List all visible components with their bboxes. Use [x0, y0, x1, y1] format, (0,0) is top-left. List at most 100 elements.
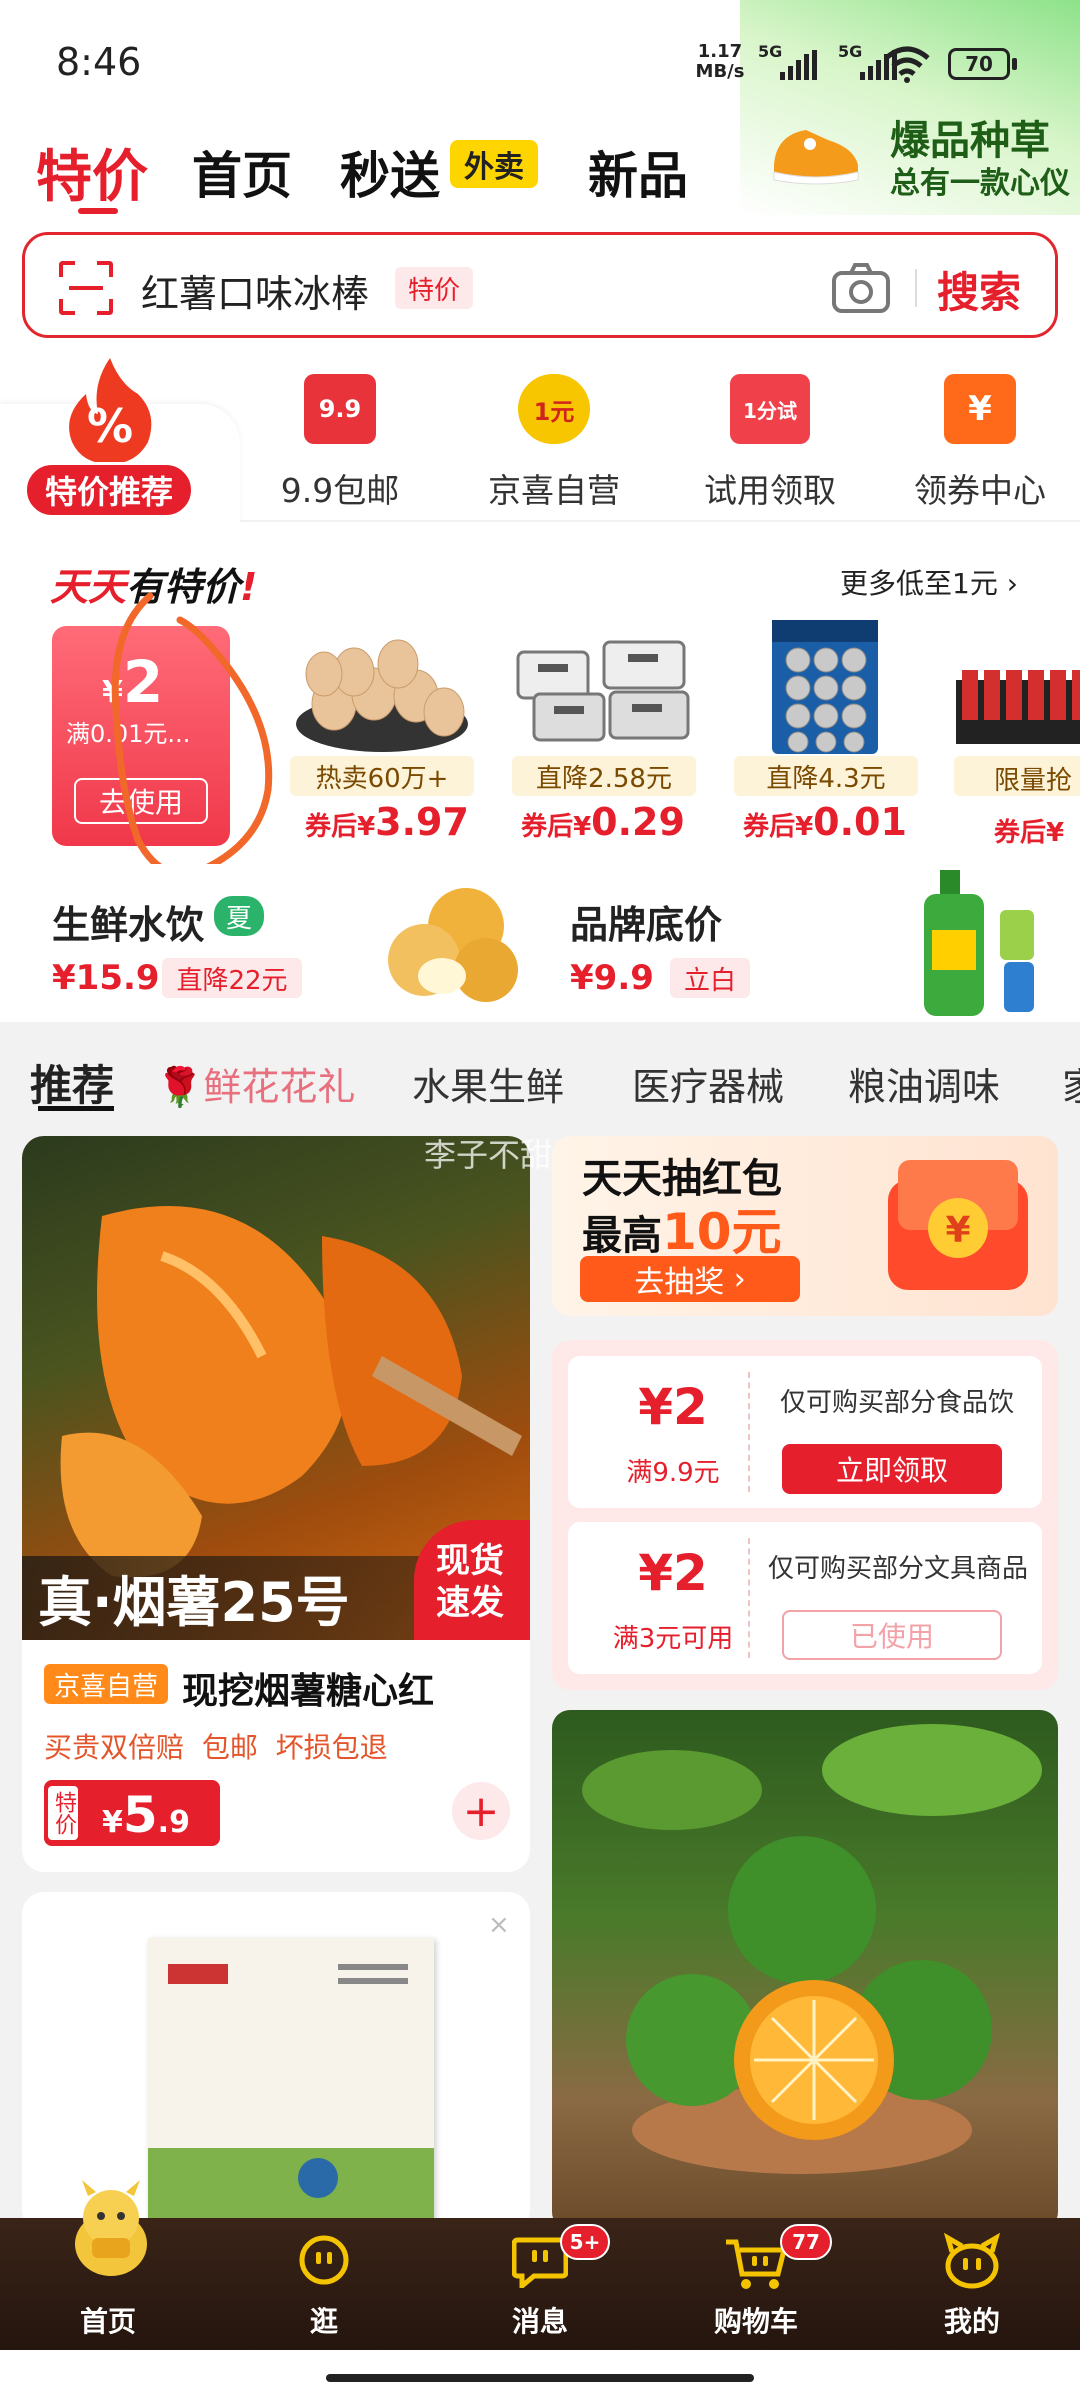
product-price: 券后¥3.97 — [305, 800, 469, 844]
feed-tab-recommend[interactable]: 推荐 — [30, 1052, 114, 1113]
product-name: 现挖烟薯糖心红 — [182, 1671, 435, 1712]
profile-icon — [942, 2232, 1002, 2290]
battery-tip — [1012, 58, 1017, 70]
rose-icon: 🌹 — [156, 1065, 204, 1109]
close-icon[interactable]: × — [488, 1910, 510, 1940]
chevron-right-icon: › — [1006, 567, 1018, 600]
search-bar[interactable]: 红薯口味冰棒 特价 搜索 — [22, 232, 1058, 338]
draw-button[interactable]: 去抽奖 › — [580, 1256, 800, 1302]
svg-text:%: % — [87, 399, 133, 453]
coupon-desc: 仅可购买部分文具商品 — [767, 1554, 1028, 1584]
nav-home[interactable]: 首页 — [48, 2178, 168, 2348]
pear-image — [376, 878, 526, 1008]
nav-browse[interactable]: 逛 — [264, 2232, 384, 2342]
product-containers[interactable]: 直降2.58元 券后¥0.29 — [504, 620, 704, 850]
product-price: 券后¥0.01 — [743, 800, 907, 844]
promo-banner[interactable]: 爆品种草 总有一款心仪 — [740, 0, 1080, 215]
product-tag: 限量抢 — [954, 756, 1080, 796]
signal-icon: 5G — [758, 42, 838, 82]
coupon-list: ¥2 满9.9元 仅可购买部分食品饮 立即领取 ¥2 满3元可用 仅可购买部分文… — [552, 1340, 1058, 1690]
feed-tab-medical[interactable]: 医疗器械 — [632, 1056, 784, 1111]
camera-icon[interactable] — [831, 261, 891, 315]
search-query: 红薯口味冰棒 — [141, 272, 370, 316]
orange-product-card[interactable] — [552, 1710, 1058, 2230]
category-label: 试用领取 — [704, 471, 836, 510]
category-coupon-center[interactable]: ¥ 领券中心 — [880, 374, 1080, 514]
in-stock-stamp: 现货 速发 — [414, 1520, 530, 1640]
coupon-item[interactable]: ¥2 满3元可用 仅可购买部分文具商品 已使用 — [568, 1522, 1042, 1674]
category-trial[interactable]: 1分试 试用领取 — [670, 374, 870, 514]
product-tag: 热卖60万+ — [290, 756, 474, 796]
feed-tab-grain[interactable]: 粮油调味 — [848, 1056, 1000, 1111]
category-self-run[interactable]: 1元 京喜自营 — [454, 374, 654, 514]
search-divider — [915, 269, 917, 307]
search-tag: 特价 — [395, 267, 473, 309]
tab-special[interactable]: 特价 — [36, 132, 148, 213]
category-label: 京喜自营 — [488, 471, 620, 510]
nav-cart[interactable]: 77 购物车 — [696, 2224, 832, 2342]
containers-image — [514, 632, 694, 752]
promo-subtitle: 总有一款心仪 — [890, 166, 1070, 201]
coupon-icon: ¥ — [944, 374, 1016, 444]
product-tag: 直降2.58元 — [512, 756, 696, 796]
one-yuan-icon: 1元 — [518, 374, 590, 444]
nav-messages[interactable]: 5+ 消息 — [480, 2224, 610, 2342]
lottery-banner[interactable]: 天天抽红包 最高10元 去抽奖 › ¥ — [552, 1136, 1058, 1316]
product-partial[interactable]: 限量抢 券后¥ — [950, 620, 1080, 850]
battery-icon: 70 — [948, 48, 1010, 80]
feed-tab-flowers[interactable]: 🌹鲜花花礼 — [156, 1056, 355, 1111]
category-free-shipping[interactable]: 9.9 9.9包邮 — [240, 374, 440, 514]
coupon-desc: 仅可购买部分食品饮 — [779, 1388, 1014, 1418]
product-price: 券后¥ — [994, 818, 1065, 848]
coupon-item[interactable]: ¥2 满9.9元 仅可购买部分食品饮 立即领取 — [568, 1356, 1042, 1508]
orange-scribble — [111, 592, 273, 878]
wifi-icon — [882, 44, 932, 84]
product-perks: 买贵双倍赔 包邮 坏损包退 — [44, 1731, 388, 1764]
orange-image — [582, 1724, 1042, 2174]
coupon-condition: 满9.9元 — [626, 1458, 720, 1488]
chevron-right-icon: › — [733, 1261, 746, 1297]
nav-label: 首页 — [79, 2305, 136, 2338]
more-deals-link[interactable]: 更多低至1元 › — [840, 562, 1018, 602]
price-tag: 特价 — [48, 1786, 78, 1840]
product-batteries[interactable]: 直降4.3元 券后¥0.01 — [726, 620, 926, 850]
svg-text:¥: ¥ — [945, 1210, 970, 1251]
fresh-title: 生鲜水饮 — [52, 903, 205, 947]
gift-icon: 1分试 — [730, 374, 810, 444]
home-indicator[interactable] — [326, 2374, 754, 2382]
add-to-cart-button[interactable]: + — [452, 1782, 510, 1840]
free-shipping-icon: 9.9 — [304, 374, 376, 444]
summer-badge: 夏 — [214, 896, 264, 936]
brand-card[interactable]: 品牌底价 ¥9.9 立白 — [540, 864, 1058, 1022]
net-speed: 1.17 MB/s — [695, 41, 745, 82]
special-recommend-button[interactable]: 特价推荐 — [24, 462, 194, 518]
cart-icon — [724, 2236, 788, 2292]
product-price: ¥5.9 — [102, 1786, 190, 1844]
scan-icon[interactable] — [57, 259, 115, 317]
coupon-condition: 满3元可用 — [612, 1624, 734, 1654]
fresh-card[interactable]: 生鲜水饮 夏 ¥15.9 直降22元 — [22, 864, 538, 1022]
fresh-price: ¥15.9 — [52, 958, 160, 998]
fresh-discount: 直降22元 — [162, 958, 302, 998]
claim-button[interactable]: 立即领取 — [782, 1444, 1002, 1494]
takeaway-badge: 外卖 — [450, 140, 538, 188]
detergent-image — [910, 870, 1050, 1020]
coupon-separator — [748, 1538, 750, 1658]
lottery-line2: 最高10元 — [582, 1203, 782, 1261]
notebook-image — [148, 1938, 434, 2232]
tab-home[interactable]: 首页 — [192, 136, 292, 208]
search-button[interactable]: 搜索 — [937, 259, 1021, 320]
browse-icon — [296, 2232, 352, 2288]
tab-new[interactable]: 新品 — [588, 136, 688, 208]
nav-profile[interactable]: 我的 — [912, 2232, 1032, 2342]
product-card[interactable]: 真·烟薯25号 现货 速发 京喜自营 现挖烟薯糖心红 买贵双倍赔 包邮 坏损包退 … — [22, 1136, 530, 1872]
tab-delivery[interactable]: 秒送 — [340, 136, 440, 208]
fire-icon: % — [58, 354, 162, 466]
nav-label: 逛 — [309, 2305, 338, 2338]
eggs-image — [294, 624, 470, 754]
feed-tab-fruit[interactable]: 水果生鲜 — [412, 1056, 564, 1111]
feed-tab-home-partial[interactable]: 家 — [1062, 1056, 1080, 1111]
product-eggs[interactable]: 热卖60万+ 券后¥3.97 — [282, 620, 482, 850]
brand-discount: 立白 — [670, 958, 750, 998]
watermark: 李子不甜 — [424, 1136, 553, 1174]
